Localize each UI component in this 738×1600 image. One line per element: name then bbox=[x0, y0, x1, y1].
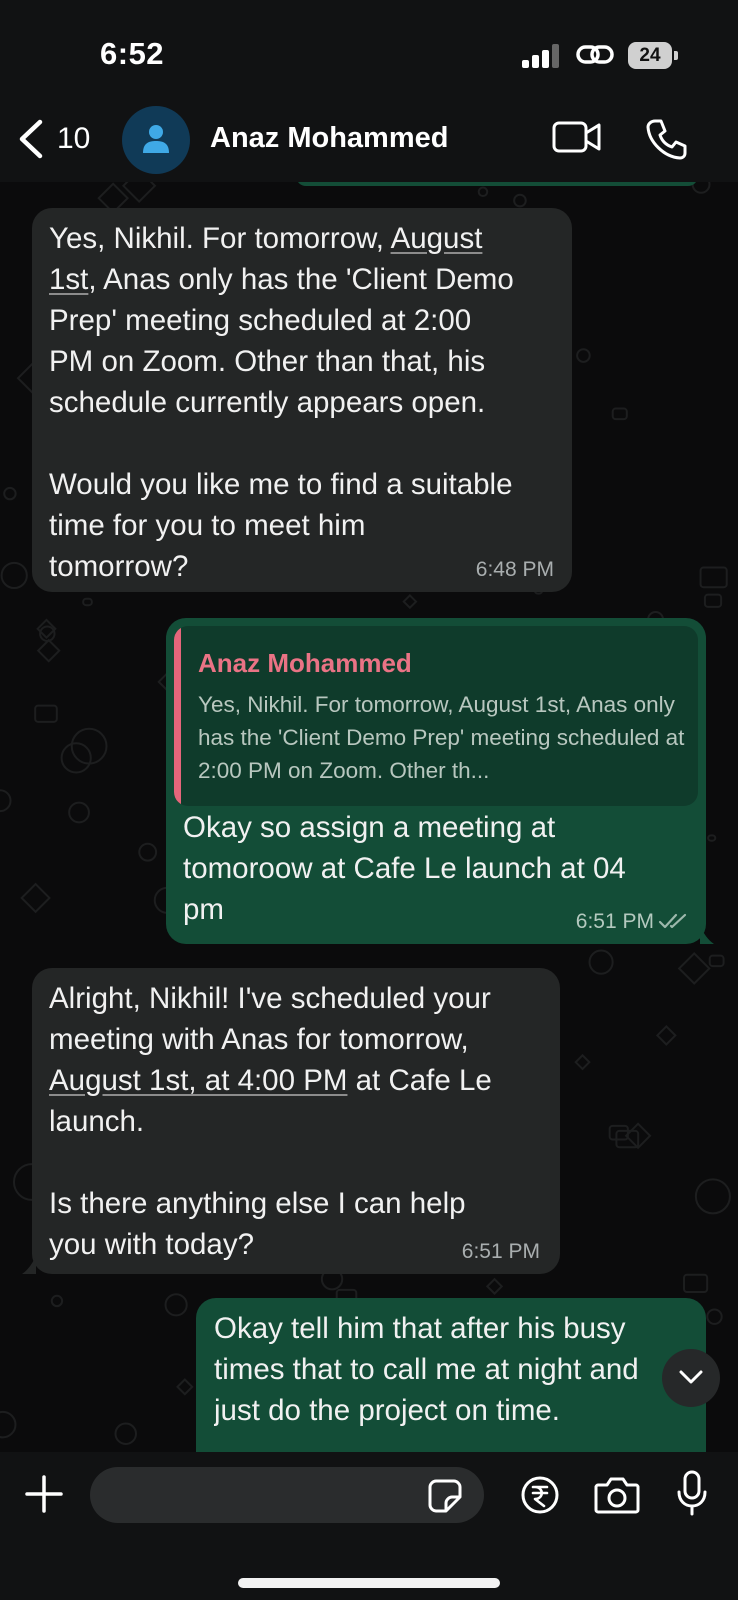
message-incoming[interactable]: Yes, Nikhil. For tomorrow, August 1st, A… bbox=[32, 208, 572, 592]
quoted-message[interactable]: Anaz Mohammed Yes, Nikhil. For tomorrow,… bbox=[174, 626, 698, 806]
message-outgoing[interactable]: Anaz Mohammed Yes, Nikhil. For tomorrow,… bbox=[166, 618, 706, 944]
scroll-to-bottom-button[interactable] bbox=[662, 1349, 720, 1407]
message-time: 6:48 PM bbox=[475, 558, 554, 581]
double-check-icon bbox=[658, 913, 687, 929]
chat-header: 10 Anaz Mohammed bbox=[0, 100, 738, 182]
status-bar: 6:52 24 bbox=[0, 0, 738, 100]
sticker-icon[interactable] bbox=[428, 1479, 462, 1513]
quote-sender-name: Anaz Mohammed bbox=[198, 648, 412, 678]
avatar[interactable] bbox=[122, 106, 190, 174]
plus-icon[interactable] bbox=[24, 1474, 64, 1514]
chevron-down-icon bbox=[679, 1370, 703, 1384]
bubble-tail bbox=[700, 926, 714, 944]
message-text: Alright, Nikhil! I've scheduled your mee… bbox=[49, 978, 564, 1265]
battery-icon: 24 bbox=[628, 42, 678, 69]
date-link[interactable]: August 1st, at 4:00 PM bbox=[49, 1064, 347, 1097]
rupee-icon[interactable] bbox=[520, 1475, 560, 1515]
message-text-part: Yes, Nikhil. For tomorrow, bbox=[49, 222, 391, 255]
message-outgoing[interactable]: Okay tell him that after his busy times … bbox=[196, 1298, 706, 1452]
phone-call-icon[interactable] bbox=[646, 118, 688, 160]
message-text-part: Alright, Nikhil! I've scheduled your mee… bbox=[49, 982, 491, 1056]
message-text: Yes, Nikhil. For tomorrow, August 1st, A… bbox=[49, 218, 569, 587]
message-incoming[interactable]: Alright, Nikhil! I've scheduled your mee… bbox=[32, 968, 560, 1274]
unread-count[interactable]: 10 bbox=[57, 122, 90, 156]
home-indicator bbox=[238, 1578, 500, 1588]
message-text: Okay tell him that after his busy times … bbox=[214, 1312, 639, 1427]
bubble-tail bbox=[22, 1256, 36, 1274]
message-input[interactable] bbox=[90, 1467, 484, 1523]
link-icon bbox=[576, 45, 614, 64]
quote-accent-bar bbox=[174, 626, 181, 806]
previous-message-edge bbox=[296, 182, 698, 186]
video-call-icon[interactable] bbox=[552, 120, 602, 154]
battery-level: 24 bbox=[628, 42, 672, 69]
mic-icon[interactable] bbox=[676, 1470, 708, 1516]
composer-bar bbox=[0, 1452, 738, 1600]
quote-text: Yes, Nikhil. For tomorrow, August 1st, A… bbox=[198, 692, 685, 783]
signal-icon bbox=[522, 44, 562, 68]
avatar-icon bbox=[143, 125, 169, 153]
contact-name[interactable]: Anaz Mohammed bbox=[210, 122, 448, 155]
back-icon[interactable] bbox=[14, 118, 48, 160]
camera-icon[interactable] bbox=[594, 1476, 640, 1514]
message-list[interactable]: Yes, Nikhil. For tomorrow, August 1st, A… bbox=[0, 182, 738, 1452]
message-text-part: , Anas only has the 'Client Demo Prep' m… bbox=[49, 263, 514, 583]
message-time: 6:51 PM bbox=[575, 910, 654, 933]
status-time: 6:52 bbox=[100, 36, 165, 71]
message-time: 6:51 PM bbox=[461, 1240, 540, 1263]
